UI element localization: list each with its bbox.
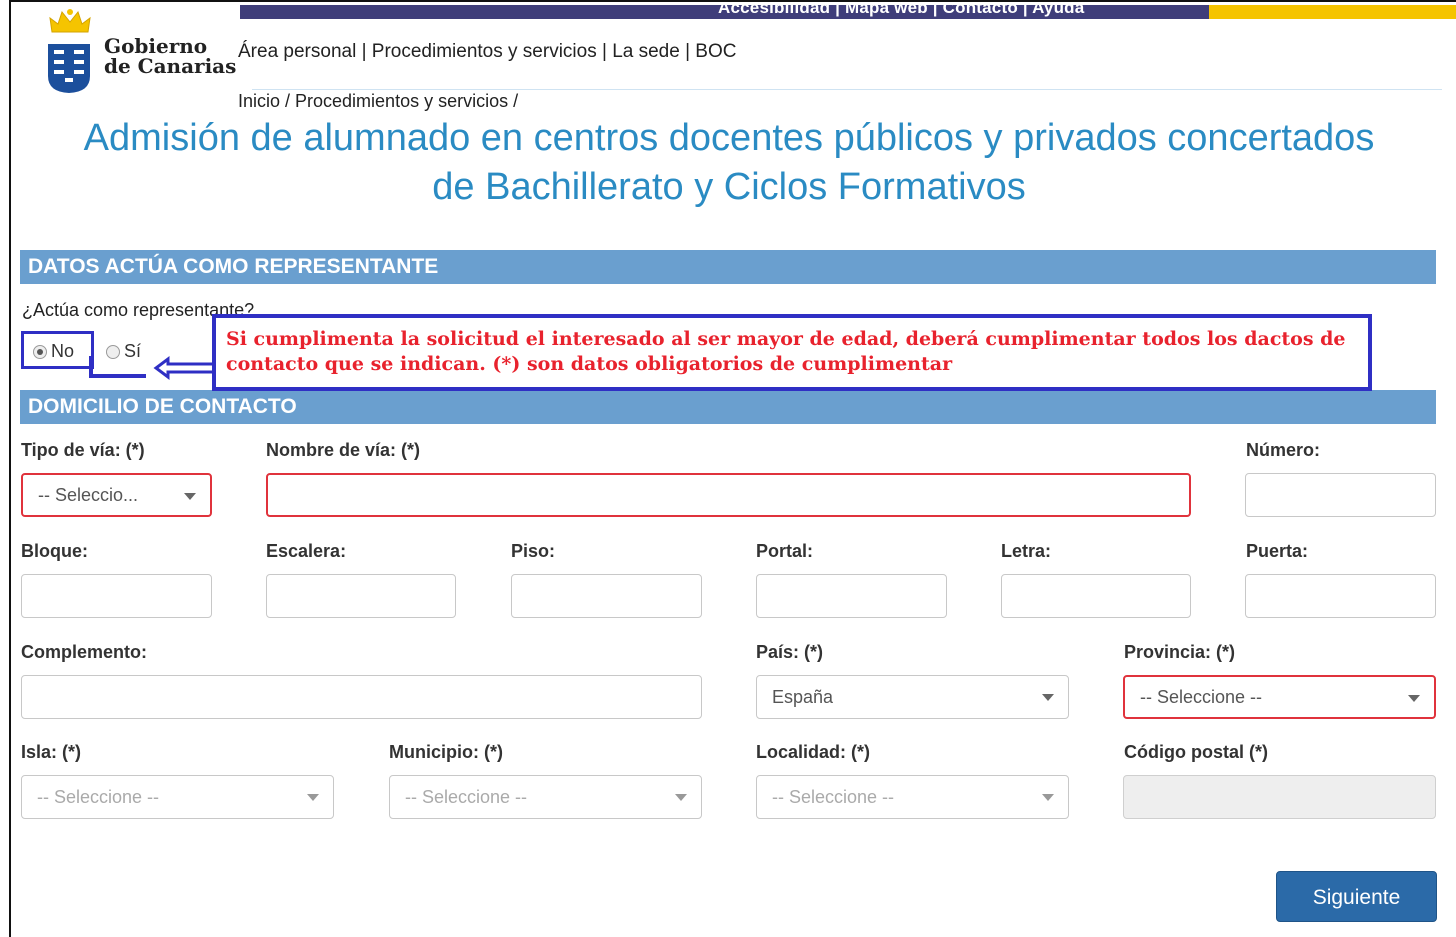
top-utility-bar: Accesibilidad | Mapa web | Contacto | Ay…: [240, 5, 1456, 19]
page-title-line-2: de Bachillerato y Ciclos Formativos: [432, 166, 1026, 208]
annotation-highlight-box: [21, 331, 94, 369]
numero-input[interactable]: [1245, 473, 1436, 517]
letra-input[interactable]: [1001, 574, 1191, 618]
chevron-down-icon: [1042, 794, 1054, 801]
tipo-via-value: -- Seleccio...: [38, 485, 139, 505]
escalera-input[interactable]: [266, 574, 456, 618]
puerta-label: Puerta:: [1246, 541, 1309, 561]
divider: [252, 89, 1442, 90]
breadcrumb[interactable]: Inicio / Procedimientos y servicios /: [238, 91, 518, 112]
portal-input[interactable]: [756, 574, 947, 618]
pais-value: España: [772, 687, 834, 707]
logo-wordmark: Gobierno de Canarias: [104, 36, 236, 76]
letra-label: Letra:: [1001, 541, 1052, 561]
chevron-down-icon: [184, 493, 196, 500]
siguiente-button[interactable]: Siguiente: [1276, 871, 1437, 922]
chevron-down-icon: [675, 794, 687, 801]
page-title-line-1: Admisión de alumnado en centros docentes…: [83, 117, 1375, 159]
localidad-select[interactable]: -- Seleccione --: [756, 775, 1069, 819]
bloque-label: Bloque:: [21, 541, 88, 561]
puerta-input[interactable]: [1245, 574, 1436, 618]
frame-top-border: [9, 0, 1456, 2]
section-header-representante: DATOS ACTÚA COMO REPRESENTANTE: [20, 250, 1436, 284]
top-utility-links[interactable]: Accesibilidad | Mapa web | Contacto | Ay…: [718, 5, 1084, 18]
codigo-postal-label: Código postal (*): [1124, 742, 1268, 762]
crown-icon: [49, 9, 91, 33]
logo-line-2: de Canarias: [104, 54, 237, 78]
tipo-via-label: Tipo de vía: (*): [21, 440, 145, 460]
logo-line-1: Gobierno: [104, 34, 208, 58]
chevron-down-icon: [1408, 695, 1420, 702]
complemento-label: Complemento:: [21, 642, 147, 662]
piso-label: Piso:: [511, 541, 556, 561]
chevron-down-icon: [307, 794, 319, 801]
provincia-label: Provincia: (*): [1124, 642, 1236, 662]
chevron-down-icon: [1042, 694, 1054, 701]
provincia-select[interactable]: -- Seleccione --: [1123, 675, 1436, 719]
municipio-label: Municipio: (*): [389, 742, 503, 762]
nombre-via-label: Nombre de vía: (*): [266, 440, 421, 460]
pais-label: País: (*): [756, 642, 824, 662]
piso-input[interactable]: [511, 574, 702, 618]
bloque-input[interactable]: [21, 574, 212, 618]
escalera-label: Escalera:: [266, 541, 347, 561]
numero-label: Número:: [1246, 440, 1321, 460]
nombre-via-input[interactable]: [266, 473, 1191, 517]
topbar-accent: [1209, 5, 1456, 19]
codigo-postal-input[interactable]: [1123, 775, 1436, 819]
section-header-domicilio: DOMICILIO DE CONTACTO: [20, 390, 1436, 424]
municipio-value: -- Seleccione --: [405, 787, 528, 807]
frame-left-border: [9, 0, 11, 937]
isla-select[interactable]: -- Seleccione --: [21, 775, 334, 819]
pais-select[interactable]: España: [756, 675, 1069, 719]
gobierno-canarias-logo[interactable]: Gobierno de Canarias: [42, 8, 252, 93]
page-title: Admisión de alumnado en centros docentes…: [20, 114, 1438, 212]
annotation-arrow-icon: [89, 356, 212, 380]
complemento-input[interactable]: [21, 675, 702, 719]
isla-value: -- Seleccione --: [37, 787, 160, 807]
localidad-label: Localidad: (*): [756, 742, 871, 762]
portal-label: Portal:: [756, 541, 814, 561]
localidad-value: -- Seleccione --: [772, 787, 895, 807]
shield-icon: [48, 44, 90, 93]
main-nav[interactable]: Área personal | Procedimientos y servici…: [238, 41, 736, 63]
provincia-value: -- Seleccione --: [1140, 687, 1263, 707]
isla-label: Isla: (*): [21, 742, 82, 762]
municipio-select[interactable]: -- Seleccione --: [389, 775, 702, 819]
tipo-via-select[interactable]: -- Seleccio...: [21, 473, 212, 517]
annotation-note: Si cumplimenta la solicitud el interesad…: [212, 314, 1372, 391]
